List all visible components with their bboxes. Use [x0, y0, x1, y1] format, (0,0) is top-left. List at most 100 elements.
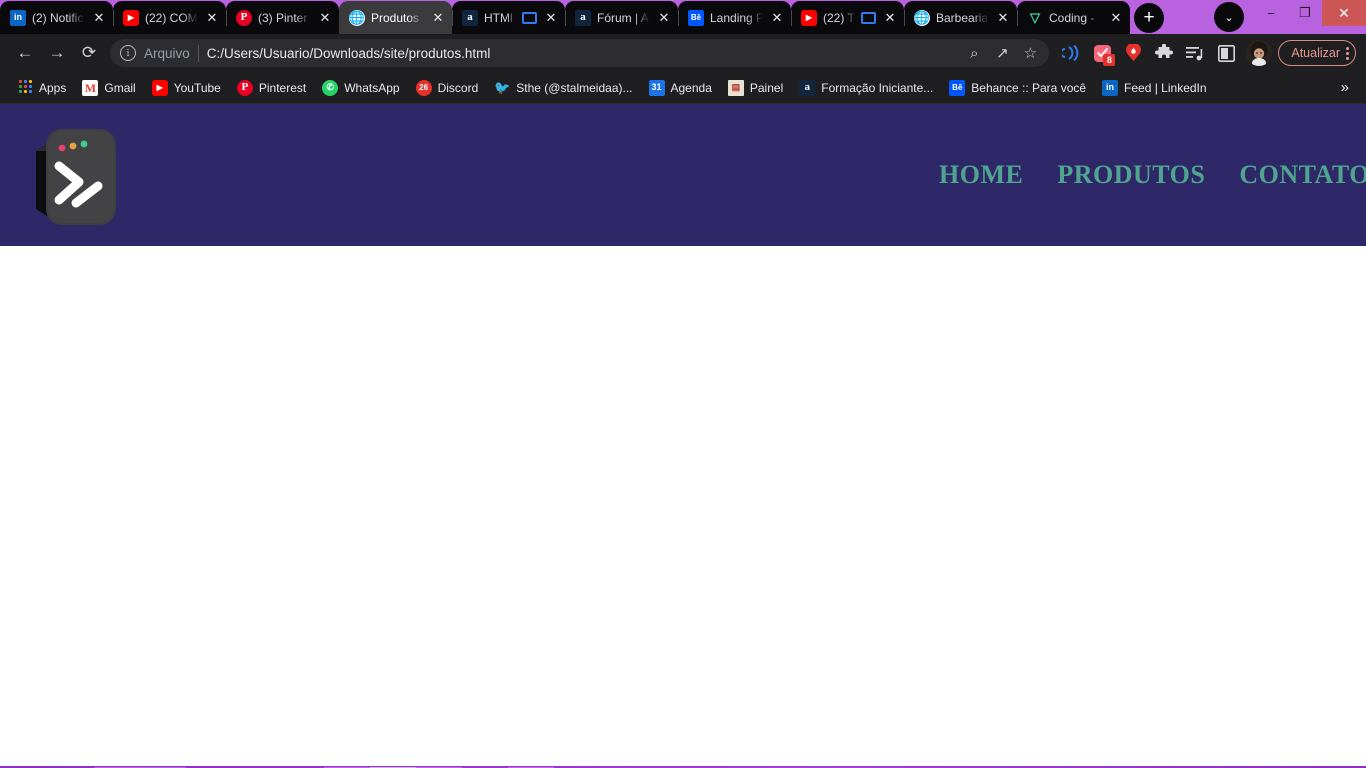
- tab-close-icon[interactable]: ✕: [656, 10, 672, 26]
- update-button[interactable]: Atualizar: [1278, 40, 1356, 66]
- site-header: HOME PRODUTOS CONTATO: [0, 104, 1366, 246]
- todoist-extension-icon[interactable]: 8: [1088, 39, 1116, 67]
- share-icon[interactable]: ↗: [989, 40, 1015, 66]
- linkedin-icon: in: [1102, 79, 1119, 96]
- new-tab-button[interactable]: +: [1134, 3, 1164, 33]
- nav-link-home[interactable]: HOME: [939, 160, 1023, 190]
- omnibox-divider: [197, 44, 199, 62]
- window-controls: − ❐ ✕: [1254, 0, 1366, 34]
- omnibox-actions: ⌕ ↗ ☆: [961, 40, 1043, 66]
- tab-separator: [904, 10, 905, 26]
- youtube-icon: ▶: [801, 9, 817, 26]
- forward-button[interactable]: →: [42, 38, 72, 68]
- tab-separator: [565, 10, 566, 26]
- puzzle-extensions-icon[interactable]: [1150, 39, 1178, 67]
- bookmark-item[interactable]: a Formação Iniciante...: [791, 76, 941, 100]
- tab-close-icon[interactable]: ✕: [430, 10, 446, 26]
- bookmark-item[interactable]: ✆ WhatsApp: [314, 76, 407, 100]
- nav-link-produtos[interactable]: PRODUTOS: [1057, 160, 1205, 190]
- tab-close-icon[interactable]: ✕: [1108, 10, 1124, 26]
- whatsapp-icon: ✆: [322, 79, 339, 96]
- url-text[interactable]: C:/Users/Usuario/Downloads/site/produtos…: [207, 46, 954, 61]
- tab-close-icon[interactable]: ✕: [769, 10, 785, 26]
- globe-icon: 🌐: [914, 9, 930, 26]
- close-button[interactable]: ✕: [1322, 0, 1366, 26]
- bookmark-star-icon[interactable]: ☆: [1017, 40, 1043, 66]
- terminal-console-logo[interactable]: [18, 111, 130, 239]
- nav-link-contato[interactable]: CONTATO: [1239, 160, 1366, 190]
- bookmark-label: Behance :: Para você: [971, 80, 1087, 95]
- bookmark-label: Gmail: [104, 80, 136, 95]
- tab-title: Coding -: [1049, 10, 1095, 25]
- bookmarks-overflow-button[interactable]: »: [1333, 79, 1357, 96]
- bookmark-item[interactable]: in Feed | LinkedIn: [1094, 76, 1215, 100]
- address-bar[interactable]: i Arquivo C:/Users/Usuario/Downloads/sit…: [110, 39, 1050, 67]
- apps-grid-icon: [17, 79, 33, 96]
- bookmark-item[interactable]: P Pinterest: [229, 76, 314, 100]
- browser-tab[interactable]: in (2) Notific ✕: [0, 1, 113, 34]
- bookmark-item[interactable]: M Gmail: [74, 76, 143, 100]
- tab-separator: [113, 10, 114, 26]
- pinterest-icon: P: [236, 79, 253, 96]
- profile-avatar[interactable]: [1246, 40, 1273, 66]
- browser-tab[interactable]: 🌐 Produtos ✕: [339, 1, 452, 34]
- restore-button[interactable]: ❐: [1288, 0, 1322, 26]
- tab-strip: in (2) Notific ✕ ▶ (22) COM ✕ P (3) Pinter ✕ 🌐 Pro…: [0, 0, 1130, 34]
- browser-tab[interactable]: Bē Landing P ✕: [678, 1, 791, 34]
- side-panel-icon[interactable]: [1212, 39, 1240, 67]
- alura-icon: a: [462, 9, 478, 26]
- browser-tab[interactable]: a HTMl ✕: [452, 1, 565, 34]
- zoom-icon[interactable]: ⌕: [961, 40, 987, 66]
- bookmark-label: Sthe (@stalmeidaa)...: [516, 80, 633, 95]
- reading-list-icon[interactable]: [1181, 39, 1209, 67]
- bookmark-item[interactable]: Apps: [9, 76, 74, 100]
- bookmark-item[interactable]: Bē Behance :: Para você: [941, 76, 1094, 100]
- reload-button[interactable]: ⟳: [74, 38, 104, 68]
- pinterest-icon: P: [236, 9, 252, 26]
- back-button[interactable]: ←: [10, 38, 40, 68]
- bookmark-label: Apps: [39, 80, 67, 95]
- behance-icon: Bē: [688, 9, 704, 26]
- tab-title: (22) COM: [145, 10, 198, 25]
- tab-title: (2) Notific: [32, 10, 84, 25]
- google-calendar-icon: 31: [648, 79, 665, 96]
- bookmark-label: Feed | LinkedIn: [1124, 80, 1207, 95]
- tab-title: (3) Pinter: [258, 10, 308, 25]
- site-info-icon[interactable]: i: [120, 45, 136, 61]
- tab-close-icon[interactable]: ✕: [882, 10, 898, 26]
- tab-close-icon[interactable]: ✕: [995, 10, 1011, 26]
- minimize-button[interactable]: −: [1254, 0, 1288, 26]
- tab-title: Barbearia: [936, 10, 989, 25]
- tab-title: Landing P: [710, 10, 763, 25]
- alura-icon: a: [575, 9, 591, 26]
- twitter-icon: 🐦: [494, 80, 511, 95]
- tab-close-icon[interactable]: ✕: [543, 10, 559, 26]
- browser-tab[interactable]: 🌐 Barbearia ✕: [904, 1, 1017, 34]
- browser-tab[interactable]: P (3) Pinter ✕: [226, 1, 339, 34]
- cast-icon[interactable]: [1057, 39, 1085, 67]
- tab-close-icon[interactable]: ✕: [317, 10, 333, 26]
- bookmark-label: Agenda: [670, 80, 712, 95]
- browser-tab[interactable]: ▶ (22) COM ✕: [113, 1, 226, 34]
- bookmark-item[interactable]: 31 Agenda: [641, 76, 720, 100]
- chrome-menu-icon[interactable]: [1346, 46, 1349, 60]
- tab-close-icon[interactable]: ✕: [204, 10, 220, 26]
- bookmark-item[interactable]: ▶ YouTube: [144, 76, 229, 100]
- bookmark-item[interactable]: 🐦 Sthe (@stalmeidaa)...: [486, 76, 640, 100]
- linkedin-icon: in: [10, 9, 26, 26]
- browser-tab[interactable]: ▽ Coding - ✕: [1017, 1, 1130, 34]
- tab-search-button[interactable]: ⌄: [1214, 2, 1244, 32]
- browser-tab[interactable]: ▶ (22) T ✕: [791, 1, 904, 34]
- tab-close-icon[interactable]: ✕: [91, 10, 107, 26]
- location-pin-icon[interactable]: [1119, 39, 1147, 67]
- bookmark-item[interactable]: 26 Discord: [408, 76, 487, 100]
- bookmark-label: YouTube: [173, 80, 221, 95]
- tab-separator: [452, 10, 453, 26]
- tab-separator: [678, 10, 679, 26]
- update-button-label: Atualizar: [1291, 46, 1340, 60]
- bookmark-label: WhatsApp: [344, 80, 400, 95]
- browser-toolbar: ← → ⟳ i Arquivo C:/Users/Usuario/Downloa…: [0, 34, 1366, 72]
- browser-tab[interactable]: a Fórum | A ✕: [565, 1, 678, 34]
- bookmark-item[interactable]: ▤ Painel: [720, 76, 791, 100]
- extension-badge: 8: [1103, 54, 1116, 66]
